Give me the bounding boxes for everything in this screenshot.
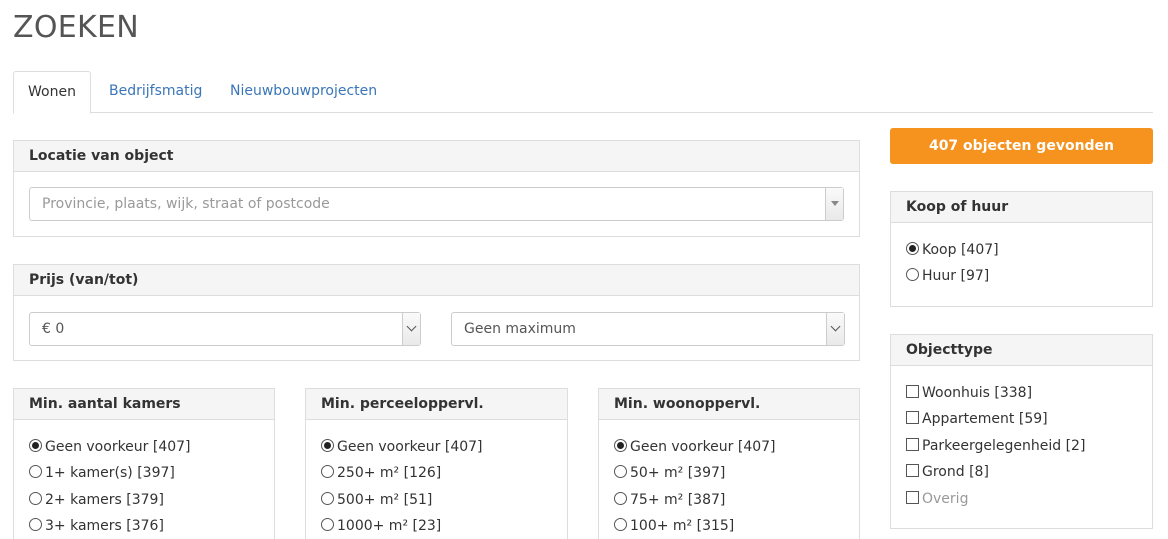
- option-label: Koop [407]: [922, 242, 999, 258]
- radio-icon[interactable]: [614, 465, 627, 478]
- option-label: Geen voorkeur [407]: [337, 439, 483, 455]
- plot-option[interactable]: 250+ m² [126]: [321, 463, 441, 483]
- radio-icon[interactable]: [321, 518, 334, 531]
- rooms-option[interactable]: 2+ kamers [379]: [29, 490, 164, 510]
- object-type-option[interactable]: Woonhuis [338]: [906, 383, 1032, 403]
- price-panel: Prijs (van/tot) € 0 Geen maximum: [13, 264, 860, 361]
- checkbox-icon[interactable]: [906, 491, 919, 504]
- plot-panel: Min. perceeloppervl. Geen voorkeur [407]…: [305, 388, 568, 539]
- tab-bedrijfsmatig[interactable]: Bedrijfsmatig: [95, 71, 216, 113]
- radio-icon[interactable]: [321, 492, 334, 505]
- living-option[interactable]: 75+ m² [387]: [614, 490, 725, 510]
- tab-wonen[interactable]: Wonen: [13, 71, 91, 114]
- option-label: 50+ m² [397]: [630, 465, 726, 481]
- checkbox-icon[interactable]: [906, 411, 919, 424]
- object-type-panel: Objecttype Woonhuis [338] Appartement [5…: [890, 334, 1153, 529]
- checkbox-icon[interactable]: [906, 438, 919, 451]
- location-placeholder: Provincie, plaats, wijk, straat of postc…: [42, 196, 330, 212]
- buy-rent-option[interactable]: Huur [97]: [906, 266, 989, 286]
- option-label: Parkeergelegenheid [2]: [922, 438, 1086, 454]
- chevron-down-icon: [402, 313, 420, 345]
- results-button[interactable]: 407 objecten gevonden: [890, 128, 1153, 164]
- chevron-down-icon: [826, 313, 844, 345]
- living-panel: Min. woonoppervl. Geen voorkeur [407] 50…: [598, 388, 860, 539]
- radio-icon[interactable]: [29, 518, 42, 531]
- location-heading: Locatie van object: [14, 141, 859, 172]
- option-label: Geen voorkeur [407]: [630, 439, 776, 455]
- option-label: Appartement [59]: [922, 411, 1048, 427]
- radio-icon[interactable]: [906, 268, 919, 281]
- object-type-option[interactable]: Parkeergelegenheid [2]: [906, 436, 1085, 456]
- checkbox-icon[interactable]: [906, 385, 919, 398]
- object-type-option[interactable]: Grond [8]: [906, 462, 989, 482]
- radio-icon[interactable]: [614, 492, 627, 505]
- object-type-option[interactable]: Overig: [906, 489, 968, 509]
- price-max-select[interactable]: Geen maximum: [451, 312, 845, 346]
- rooms-panel: Min. aantal kamers Geen voorkeur [407] 1…: [13, 388, 275, 539]
- option-label: 1000+ m² [23]: [337, 518, 442, 534]
- option-label: Grond [8]: [922, 464, 989, 480]
- rooms-option[interactable]: 1+ kamer(s) [397]: [29, 463, 175, 483]
- object-type-heading: Objecttype: [891, 335, 1152, 366]
- radio-icon[interactable]: [614, 518, 627, 531]
- object-type-option[interactable]: Appartement [59]: [906, 409, 1048, 429]
- option-label: 3+ kamers [376]: [45, 518, 164, 534]
- living-option[interactable]: 100+ m² [315]: [614, 516, 734, 536]
- price-max-value: Geen maximum: [464, 321, 576, 337]
- option-label: Geen voorkeur [407]: [45, 439, 191, 455]
- option-label: 100+ m² [315]: [630, 518, 735, 534]
- option-label: 1+ kamer(s) [397]: [45, 465, 175, 481]
- radio-selected-icon[interactable]: [614, 439, 627, 452]
- buy-rent-panel: Koop of huur Koop [407] Huur [97]: [890, 191, 1153, 307]
- rooms-option[interactable]: 3+ kamers [376]: [29, 516, 164, 536]
- option-label: 2+ kamers [379]: [45, 492, 164, 508]
- price-heading: Prijs (van/tot): [14, 265, 859, 296]
- option-label: Woonhuis [338]: [922, 385, 1033, 401]
- rooms-option[interactable]: Geen voorkeur [407]: [29, 437, 191, 457]
- option-label: 250+ m² [126]: [337, 465, 442, 481]
- location-select[interactable]: Provincie, plaats, wijk, straat of postc…: [29, 187, 844, 221]
- tab-nieuwbouwprojecten[interactable]: Nieuwbouwprojecten: [216, 71, 391, 113]
- checkbox-icon[interactable]: [906, 464, 919, 477]
- plot-option[interactable]: Geen voorkeur [407]: [321, 437, 483, 457]
- price-min-select[interactable]: € 0: [29, 312, 421, 346]
- radio-icon[interactable]: [321, 465, 334, 478]
- caret-down-icon: [825, 188, 843, 220]
- option-label: 500+ m² [51]: [337, 492, 433, 508]
- option-label: Huur [97]: [922, 268, 990, 284]
- living-option[interactable]: Geen voorkeur [407]: [614, 437, 776, 457]
- option-label: 75+ m² [387]: [630, 492, 726, 508]
- living-option[interactable]: 50+ m² [397]: [614, 463, 725, 483]
- radio-icon[interactable]: [29, 465, 42, 478]
- plot-option[interactable]: 500+ m² [51]: [321, 490, 432, 510]
- buy-rent-option[interactable]: Koop [407]: [906, 240, 999, 260]
- plot-option[interactable]: 1000+ m² [23]: [321, 516, 441, 536]
- tab-bar: Wonen Bedrijfsmatig Nieuwbouwprojecten: [13, 71, 1153, 114]
- radio-selected-icon[interactable]: [29, 439, 42, 452]
- option-label: Overig: [922, 491, 969, 507]
- buy-rent-heading: Koop of huur: [891, 192, 1152, 223]
- page-title: ZOEKEN: [13, 10, 139, 45]
- price-min-value: € 0: [42, 321, 65, 337]
- location-panel: Locatie van object Provincie, plaats, wi…: [13, 140, 860, 237]
- radio-icon[interactable]: [29, 492, 42, 505]
- rooms-heading: Min. aantal kamers: [14, 389, 274, 420]
- radio-selected-icon[interactable]: [906, 242, 919, 255]
- radio-selected-icon[interactable]: [321, 439, 334, 452]
- plot-heading: Min. perceeloppervl.: [306, 389, 567, 420]
- living-heading: Min. woonoppervl.: [599, 389, 859, 420]
